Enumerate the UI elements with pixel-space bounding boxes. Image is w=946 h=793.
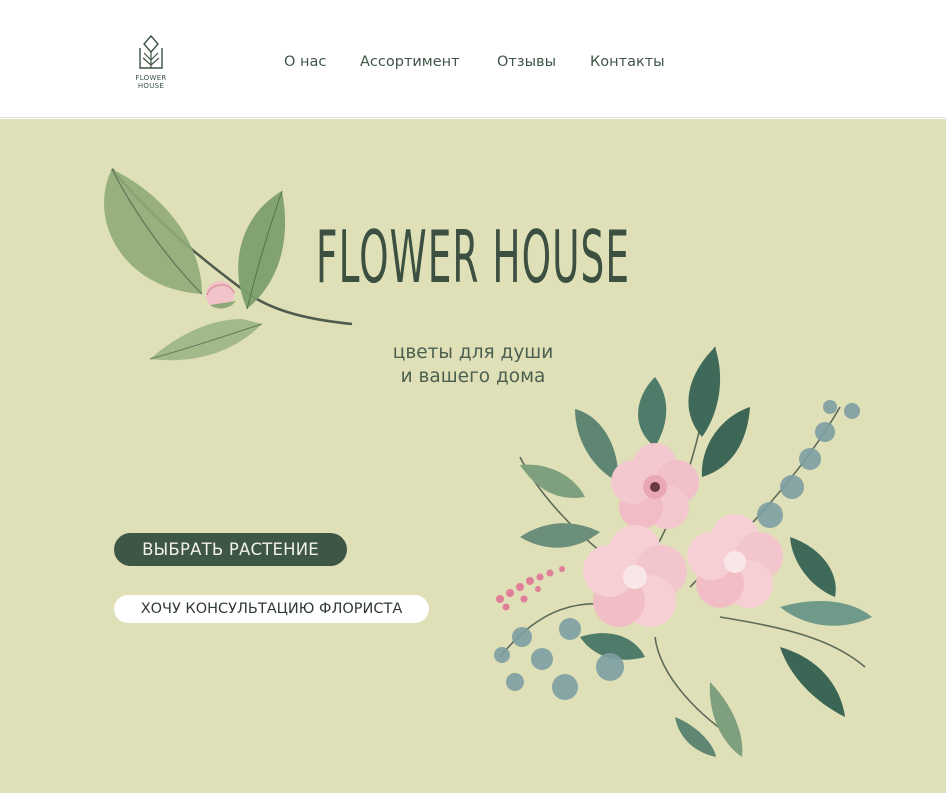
pink-flowers-bouquet-icon [494,346,872,757]
flower-house-logo-icon [139,34,163,69]
nav-item-reviews[interactable]: Отзывы [497,54,556,70]
hero-section: FLOWER HOUSE цветы для души и вашего дом… [0,119,946,793]
hero-title: FLOWER HOUSE [316,215,631,299]
nav-item-assortment[interactable]: Ассортимент [360,54,460,70]
choose-plant-button[interactable]: ВЫБРАТЬ РАСТЕНИЕ [114,533,347,566]
logo-text-line2: HOUSE [137,82,165,90]
logo[interactable]: FLOWER HOUSE [128,34,174,98]
florist-consultation-button[interactable]: ХОЧУ КОНСУЛЬТАЦИЮ ФЛОРИСТА [114,595,429,623]
nav-item-contacts[interactable]: Контакты [590,54,665,70]
nav-item-about[interactable]: О нас [284,54,326,70]
logo-text-line1: FLOWER [135,74,167,82]
site-header: FLOWER HOUSE О нас Ассортимент Отзывы Ко… [0,0,946,118]
